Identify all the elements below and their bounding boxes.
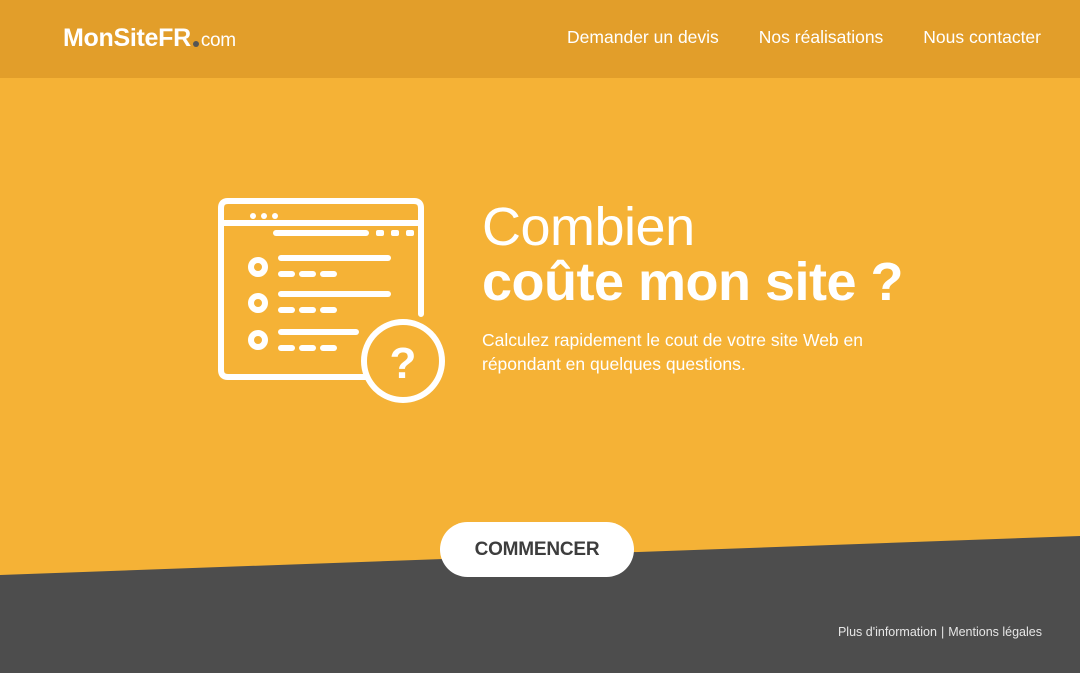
quote-form-question-icon: ? [218,198,445,403]
nav-link-nos-realisations[interactable]: Nos réalisations [759,27,884,48]
commencer-button[interactable]: COMMENCER [440,522,634,577]
footer-link-legal[interactable]: Mentions légales [948,625,1042,639]
top-header: MonSiteFR com Demander un devis Nos réali… [0,0,1080,78]
main-nav: Demander un devis Nos réalisations Nous … [567,27,1041,48]
site-logo[interactable]: MonSiteFR com [63,24,236,53]
footer-link-more-info[interactable]: Plus d'information [838,625,937,639]
question-mark-glyph: ? [390,339,417,388]
footer-separator: | [940,625,945,639]
logo-tld-text: com [200,30,236,51]
hero-title-line1: Combien [482,197,695,257]
nav-link-demander-un-devis[interactable]: Demander un devis [567,27,719,48]
hero-title-line2: coûte mon site ? [482,252,904,312]
footer-links: Plus d'information | Mentions légales [838,625,1042,639]
logo-dot [192,41,199,47]
nav-link-nous-contacter[interactable]: Nous contacter [923,27,1041,48]
hero-subtitle: Calculez rapidement le cout de votre sit… [482,330,863,374]
logo-main-text: MonSiteFR [63,24,191,52]
